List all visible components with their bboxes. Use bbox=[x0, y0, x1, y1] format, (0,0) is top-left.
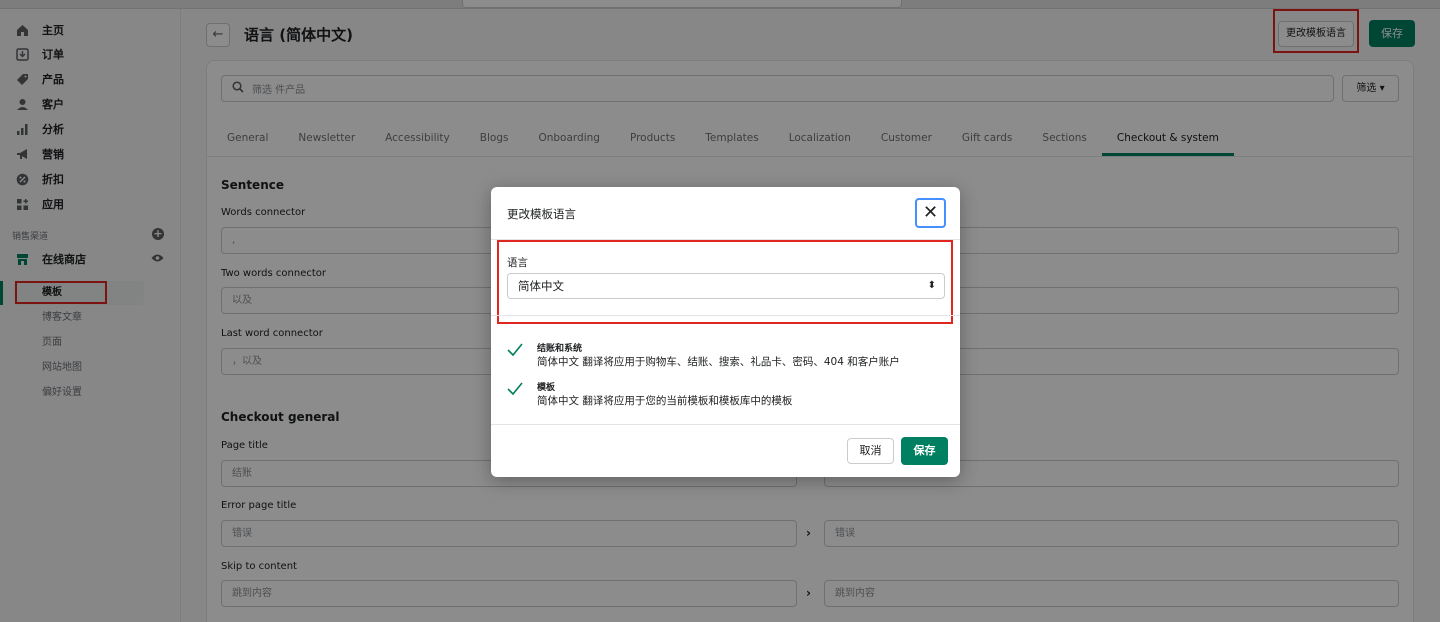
info-description: 简体中文 翻译将应用于购物车、结账、搜索、礼品卡、密码、404 和客户账户 bbox=[537, 356, 900, 368]
checkmark-icon bbox=[507, 382, 523, 408]
modal-divider bbox=[491, 315, 960, 316]
cancel-button[interactable]: 取消 bbox=[847, 438, 894, 464]
info-title: 结账和系统 bbox=[537, 344, 583, 354]
info-item-theme: 模板 简体中文 翻译将应用于您的当前模板和模板库中的模板 bbox=[507, 382, 792, 408]
info-description: 简体中文 翻译将应用于您的当前模板和模板库中的模板 bbox=[537, 395, 793, 407]
save-button[interactable]: 保存 bbox=[901, 437, 948, 465]
close-icon[interactable]: ✕ bbox=[915, 198, 946, 228]
change-language-modal: 更改模板语言 ✕ 语言 简体中文 ⬍ 结账和系统 简体中文 翻译将应用于购物车、… bbox=[491, 187, 960, 477]
info-title: 模板 bbox=[537, 383, 556, 393]
modal-title: 更改模板语言 bbox=[507, 207, 576, 221]
modal-divider bbox=[491, 424, 960, 425]
checkmark-icon bbox=[507, 343, 523, 369]
info-item-checkout: 结账和系统 简体中文 翻译将应用于购物车、结账、搜索、礼品卡、密码、404 和客… bbox=[507, 343, 900, 369]
highlight-box bbox=[497, 240, 953, 324]
